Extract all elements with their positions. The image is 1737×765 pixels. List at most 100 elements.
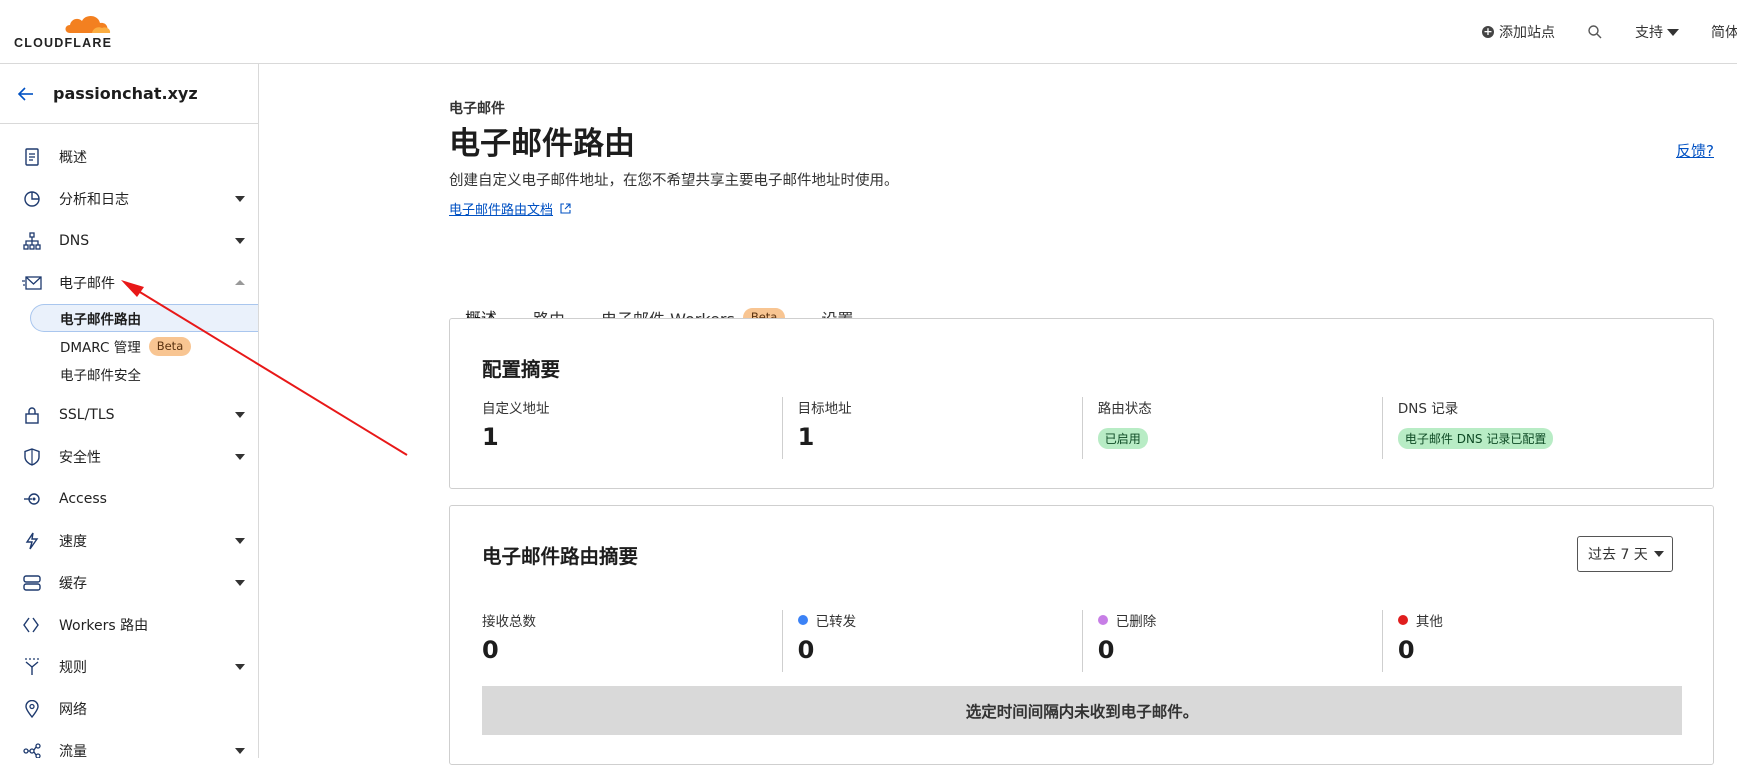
sidebar-item-traffic[interactable]: 流量 — [0, 730, 258, 758]
sidebar-subitem-email-security[interactable]: 电子邮件安全 — [0, 360, 258, 388]
other-legend-dot — [1397, 615, 1408, 625]
config-summary-card: 配置摘要 自定义地址 1 目标地址 1 路由状态 已启用 DNS 记录 电子邮件… — [449, 318, 1714, 489]
stat-label-row: 已转发 — [797, 610, 1082, 630]
add-site-button[interactable]: + 添加站点 — [1482, 22, 1555, 42]
stat-value: 0 — [1397, 636, 1415, 664]
stat-value: 1 — [482, 423, 499, 451]
sidebar-item-label: DNS — [59, 233, 90, 249]
plus-circle-icon: + — [1482, 25, 1494, 38]
chevron-up-icon — [235, 280, 245, 285]
chevron-down-icon — [235, 748, 245, 754]
docs-link[interactable]: 电子邮件路由文档 — [449, 199, 571, 218]
sidebar-subitem-email-routing[interactable]: 电子邮件路由 — [30, 304, 258, 332]
sidebar-item-dns[interactable]: DNS — [0, 220, 258, 262]
stat-label-row: 其他 — [1397, 610, 1682, 630]
mail-icon — [22, 273, 42, 293]
sidebar-item-label: 流量 — [59, 744, 87, 758]
stat-forwarded: 已转发 0 — [781, 610, 1082, 672]
chevron-down-icon — [1653, 551, 1664, 557]
lock-icon — [22, 405, 42, 425]
zone-header: passionchat.xyz — [0, 64, 258, 124]
search-icon — [1588, 25, 1602, 39]
back-arrow-icon[interactable] — [16, 84, 36, 104]
stat-label: 已删除 — [1115, 614, 1157, 630]
sidebar-item-access[interactable]: Access — [0, 478, 258, 520]
feedback-link[interactable]: 反馈? — [1676, 140, 1714, 161]
sidebar-item-rules[interactable]: 规则 — [0, 646, 258, 688]
forwarded-legend-dot — [797, 615, 808, 625]
beta-badge: Beta — [148, 336, 192, 356]
page-description: 创建自定义电子邮件地址，在您不希望共享主要电子邮件地址时使用。 — [449, 173, 899, 189]
main-content: 电子邮件 电子邮件路由 创建自定义电子邮件地址，在您不希望共享主要电子邮件地址时… — [259, 64, 1737, 765]
cloud-logo-icon — [65, 15, 111, 33]
config-summary-title: 配置摘要 — [482, 358, 561, 381]
chevron-down-icon — [235, 196, 245, 202]
bolt-icon — [22, 531, 42, 551]
sidebar-item-label: Access — [59, 491, 107, 507]
sidebar-item-label: SSL/TLS — [59, 407, 115, 423]
sidebar-item-label: 电子邮件 — [59, 276, 115, 292]
sidebar-subitem-label: DMARC 管理 — [60, 340, 141, 356]
workers-icon — [22, 615, 42, 635]
routing-summary-title: 电子邮件路由摘要 — [482, 545, 639, 568]
sidebar-item-email[interactable]: 电子邮件 — [0, 262, 258, 304]
language-label: 简体中文 — [1711, 25, 1737, 41]
time-range-select[interactable]: 过去 7 天 — [1577, 536, 1673, 572]
breadcrumb: 电子邮件 — [449, 101, 505, 117]
sidebar-item-label: 概述 — [59, 150, 87, 166]
support-menu[interactable]: 支持 — [1635, 22, 1679, 42]
sidebar-nav: 概述 分析和日志 DNS 电子邮件 电子邮件路由 DMARC 管理 Beta 电… — [0, 124, 258, 758]
traffic-icon — [22, 741, 42, 758]
logo-text: CLOUDFLARE — [14, 36, 113, 50]
chevron-down-icon — [1667, 28, 1679, 36]
language-menu[interactable]: 简体中文 — [1711, 22, 1737, 42]
add-site-label: 添加站点 — [1499, 25, 1555, 41]
sidebar-item-label: 速度 — [59, 534, 87, 550]
stat-dns-records: DNS 记录 电子邮件 DNS 记录已配置 — [1381, 397, 1682, 459]
config-stats: 自定义地址 1 目标地址 1 路由状态 已启用 DNS 记录 电子邮件 DNS … — [482, 397, 1682, 459]
server-icon — [22, 573, 42, 593]
clock-chart-icon — [22, 189, 42, 209]
sidebar-item-speed[interactable]: 速度 — [0, 520, 258, 562]
page-title: 电子邮件路由 — [449, 126, 635, 162]
top-bar: CLOUDFLARE + 添加站点 支持 简体中文 — [0, 0, 1737, 64]
stat-value: 0 — [482, 636, 499, 664]
stat-label: 自定义地址 — [482, 401, 550, 417]
stat-target-address: 目标地址 1 — [781, 397, 1082, 459]
sidebar-subitem-label: 电子邮件安全 — [60, 368, 141, 384]
sidebar-subitem-dmarc[interactable]: DMARC 管理 Beta — [0, 332, 258, 360]
sidebar-item-ssl[interactable]: SSL/TLS — [0, 394, 258, 436]
chevron-down-icon — [235, 412, 245, 418]
rules-icon — [22, 657, 42, 677]
sidebar-item-overview[interactable]: 概述 — [0, 136, 258, 178]
zone-name: passionchat.xyz — [53, 84, 198, 103]
stat-label: 其他 — [1415, 614, 1443, 630]
routing-summary-card: 电子邮件路由摘要 过去 7 天 接收总数 0 已转发 0 已删除 0 其他 0 … — [449, 505, 1714, 765]
sidebar-item-workers-routes[interactable]: Workers 路由 — [0, 604, 258, 646]
sidebar-item-network[interactable]: 网络 — [0, 688, 258, 730]
chevron-down-icon — [235, 538, 245, 544]
network-icon — [22, 231, 42, 251]
stat-label: DNS 记录 — [1397, 401, 1459, 417]
stat-routing-status: 路由状态 已启用 — [1081, 397, 1382, 459]
stat-label: 已转发 — [815, 614, 857, 630]
search-button[interactable] — [1587, 24, 1603, 40]
stat-deleted: 已删除 0 — [1081, 610, 1382, 672]
sidebar-item-analytics[interactable]: 分析和日志 — [0, 178, 258, 220]
sidebar-item-security[interactable]: 安全性 — [0, 436, 258, 478]
status-badge: 电子邮件 DNS 记录已配置 — [1397, 428, 1554, 449]
stat-custom-address: 自定义地址 1 — [482, 397, 782, 459]
stat-value: 1 — [797, 423, 815, 451]
stat-label: 目标地址 — [797, 401, 852, 417]
chevron-down-icon — [235, 238, 245, 244]
chevron-down-icon — [235, 580, 245, 586]
cloudflare-logo[interactable]: CLOUDFLARE — [14, 12, 124, 52]
sidebar: passionchat.xyz 概述 分析和日志 DNS 电子邮件 电子邮件路由… — [0, 64, 259, 758]
sidebar-item-cache[interactable]: 缓存 — [0, 562, 258, 604]
document-icon — [22, 147, 42, 167]
stat-label: 路由状态 — [1097, 401, 1152, 417]
location-icon — [22, 699, 42, 719]
support-label: 支持 — [1635, 25, 1663, 41]
stat-label-row: 已删除 — [1097, 610, 1382, 630]
docs-link-label: 电子邮件路由文档 — [449, 203, 554, 218]
